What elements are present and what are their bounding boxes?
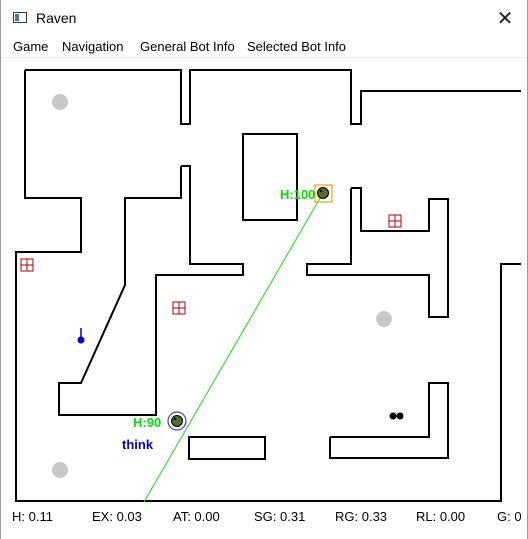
- enemy-bot[interactable]: [167, 411, 187, 431]
- menu-selected-bot-info[interactable]: Selected Bot Info: [247, 39, 346, 54]
- status-shotgun: SG: 0.31: [254, 509, 306, 524]
- menu-navigation[interactable]: Navigation: [62, 39, 123, 54]
- spawn-points: [52, 94, 392, 478]
- health-pack: [388, 214, 402, 228]
- wall: [188, 436, 266, 460]
- window-title: Raven: [36, 10, 77, 26]
- spawn-point: [376, 311, 392, 327]
- status-explore: EX: 0.03: [92, 509, 142, 524]
- health-pack: [20, 258, 34, 272]
- spawn-point: [52, 462, 68, 478]
- menu-game[interactable]: Game: [13, 39, 48, 54]
- status-attack: AT: 0.00: [173, 509, 220, 524]
- app-window-icon: [13, 12, 27, 23]
- menu-bar: Game Navigation General Bot Info Selecte…: [1, 37, 527, 58]
- game-arena[interactable]: H:100 H:90 think: [1, 58, 528, 506]
- status-health: H: 0.11: [12, 509, 53, 524]
- wall: [329, 382, 449, 459]
- selected-bot-health: H:100: [280, 187, 315, 202]
- shotgun-shells: [389, 412, 404, 420]
- enemy-bot-health: H:90: [133, 415, 161, 430]
- wall: [242, 133, 298, 221]
- raven-window: Raven ✕ Game Navigation General Bot Info…: [0, 0, 528, 539]
- menu-general-bot-info[interactable]: General Bot Info: [140, 39, 235, 54]
- status-railgun: RG: 0.33: [335, 509, 388, 524]
- wall: [306, 187, 449, 318]
- enemy-bot-status: think: [122, 437, 154, 452]
- close-button[interactable]: ✕: [489, 4, 521, 32]
- spawn-point: [52, 94, 68, 110]
- health-pack: [172, 301, 186, 315]
- selected-bot[interactable]: [314, 184, 333, 203]
- status-bar: H: 0.11 EX: 0.03 AT: 0.00 SG: 0.31 RG: 0…: [1, 506, 527, 530]
- map-walls: [15, 69, 521, 502]
- rocket-projectile: [77, 328, 85, 344]
- status-rocket-launcher: RL: 0.00: [416, 509, 466, 524]
- status-grenade: G: 0: [497, 509, 522, 524]
- title-bar[interactable]: Raven ✕: [1, 0, 527, 36]
- wall: [25, 69, 521, 125]
- line-of-fire: [143, 192, 324, 503]
